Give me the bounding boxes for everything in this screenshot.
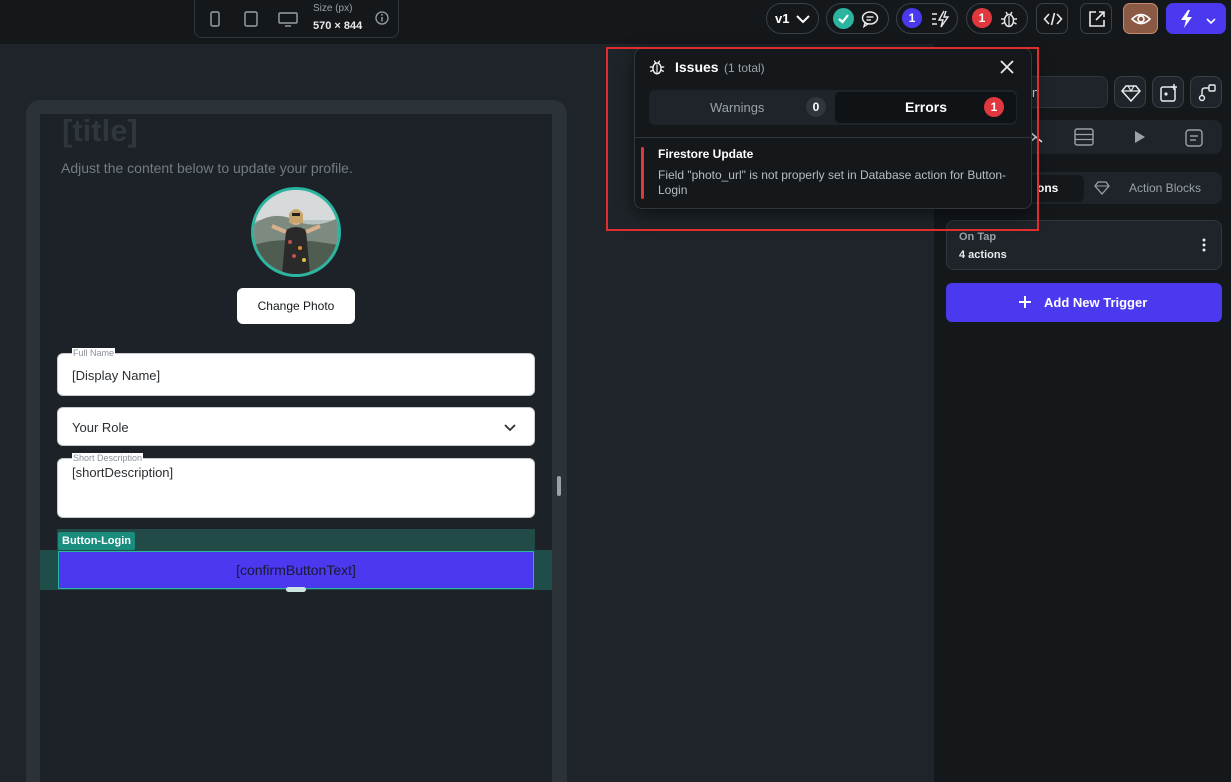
issues-divider xyxy=(634,137,1032,138)
page-subtitle[interactable]: Adjust the content below to update your … xyxy=(61,160,353,176)
version-label: v1 xyxy=(775,11,790,26)
chevron-down-icon xyxy=(502,419,518,440)
size-label: Size (px) xyxy=(313,3,353,14)
kebab-icon[interactable] xyxy=(1197,236,1211,254)
desktop-icon[interactable] xyxy=(278,10,298,28)
issues-title: Issues xyxy=(675,59,719,75)
diamond-button[interactable] xyxy=(1114,76,1146,108)
size-value[interactable]: 570 × 844 xyxy=(313,20,362,32)
add-widget-button[interactable] xyxy=(1152,76,1184,108)
avatar[interactable] xyxy=(251,187,341,277)
open-external-icon xyxy=(1087,9,1107,34)
warnings-tab[interactable]: Warnings xyxy=(710,100,764,115)
list-icon[interactable] xyxy=(1184,128,1204,153)
check-icon xyxy=(833,8,854,29)
status-chat-pill[interactable] xyxy=(826,3,889,34)
play-icon[interactable] xyxy=(1133,129,1147,150)
issue-heading[interactable]: Firestore Update xyxy=(658,147,753,161)
issue-description[interactable]: Field "photo_url" is not properly set in… xyxy=(658,168,1008,198)
warnings-badge: 1 xyxy=(902,8,922,28)
chevron-down-icon xyxy=(795,11,811,32)
eye-icon xyxy=(1130,9,1152,34)
full-name-field[interactable]: Full Name [Display Name] xyxy=(57,348,535,396)
trigger-card[interactable] xyxy=(946,220,1222,270)
bug-icon xyxy=(999,9,1019,34)
confirm-button[interactable]: [confirmButtonText] xyxy=(58,551,534,589)
role-dropdown[interactable]: Your Role xyxy=(57,407,535,446)
code-button[interactable] xyxy=(1036,3,1068,34)
role-value: Your Role xyxy=(72,420,129,435)
short-description-value: [shortDescription] xyxy=(72,465,174,480)
chevron-down-icon xyxy=(1205,14,1217,32)
errors-tab-label: Errors xyxy=(905,99,948,115)
errors-badge: 1 xyxy=(972,8,992,28)
trigger-title: On Tap xyxy=(959,231,997,243)
trigger-action-count: 4 actions xyxy=(959,249,1007,261)
short-description-field[interactable]: Short Description [shortDescription] xyxy=(57,453,535,518)
run-button[interactable] xyxy=(1166,3,1226,34)
errors-pill[interactable]: 1 xyxy=(966,3,1028,34)
warnings-pill[interactable]: 1 xyxy=(896,3,958,34)
chat-icon xyxy=(860,9,880,34)
tablet-icon[interactable] xyxy=(242,10,260,28)
bug-icon xyxy=(648,58,666,81)
lightning-list-icon xyxy=(930,9,950,34)
add-trigger-label: Add New Trigger xyxy=(1044,295,1148,310)
flow-icon xyxy=(1197,83,1217,108)
resize-handle[interactable] xyxy=(557,476,561,496)
open-external-button[interactable] xyxy=(1080,3,1112,34)
page-title[interactable]: [title] xyxy=(62,113,138,149)
widget-name-input-text: n xyxy=(1032,85,1040,100)
change-photo-button[interactable]: Change Photo xyxy=(237,288,355,324)
widget-name-tag: Button-Login xyxy=(58,532,136,550)
errors-tab-count: 1 xyxy=(984,97,1004,117)
diamond-icon xyxy=(1121,83,1141,108)
issues-total: (1 total) xyxy=(724,61,765,75)
error-indicator-bar xyxy=(641,147,644,199)
close-icon[interactable] xyxy=(998,58,1016,76)
bolt-icon xyxy=(1177,9,1197,34)
code-icon xyxy=(1043,9,1063,34)
full-name-value: [Display Name] xyxy=(72,368,161,383)
full-name-label: Full Name xyxy=(72,348,116,358)
device-size-group: Size (px) 570 × 844 xyxy=(194,0,399,38)
actions-tab-label: ons xyxy=(1037,181,1059,195)
preview-button[interactable] xyxy=(1123,3,1158,34)
add-widget-icon xyxy=(1159,83,1179,108)
widget-resize-handle[interactable] xyxy=(286,587,306,592)
action-blocks-tab[interactable]: Action Blocks xyxy=(1129,181,1201,195)
database-icon[interactable] xyxy=(1074,128,1094,151)
short-description-label: Short Description xyxy=(72,453,144,463)
flow-button[interactable] xyxy=(1190,76,1222,108)
warnings-tab-count: 0 xyxy=(806,97,826,117)
plus-icon xyxy=(1017,294,1033,315)
info-icon[interactable] xyxy=(374,10,390,26)
mobile-icon[interactable] xyxy=(206,10,224,28)
version-selector[interactable]: v1 xyxy=(766,3,819,34)
diamond-icon xyxy=(1094,180,1110,201)
